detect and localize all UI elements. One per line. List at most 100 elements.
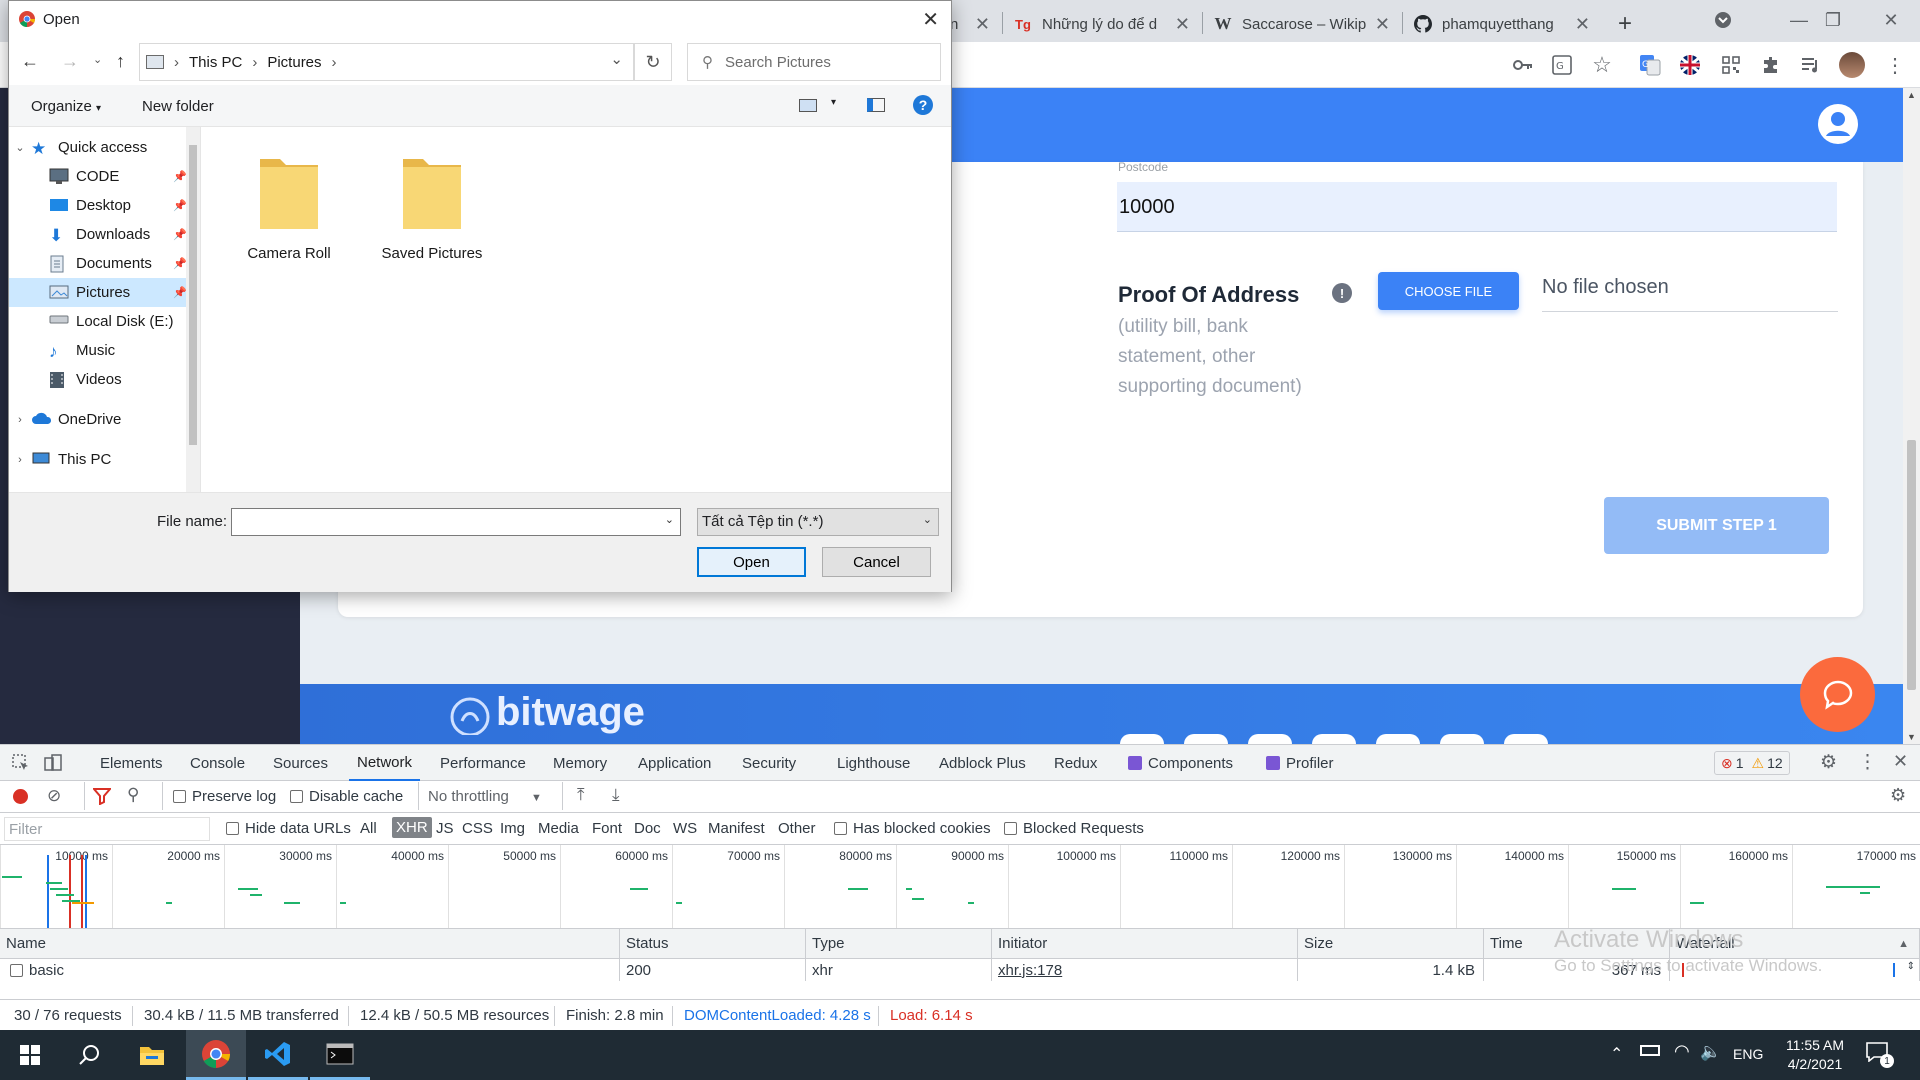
type-other[interactable]: Other [778, 820, 816, 837]
forward-arrow-icon[interactable]: → [61, 51, 79, 72]
extensions-puzzle-icon[interactable] [1758, 52, 1784, 78]
devtools-menu-icon[interactable]: ⋮ [1858, 751, 1877, 774]
google-translate-ext-icon[interactable]: G [1637, 52, 1663, 78]
disable-cache-checkbox[interactable]: Disable cache [290, 788, 403, 805]
terminal-taskbar-icon[interactable] [310, 1030, 370, 1080]
inspect-element-icon[interactable] [12, 754, 30, 772]
record-icon[interactable] [13, 789, 28, 804]
device-toolbar-icon[interactable] [44, 754, 62, 772]
type-xhr[interactable]: XHR [392, 817, 432, 838]
clear-icon[interactable]: ⊘ [47, 786, 61, 806]
tab-console[interactable]: Console [186, 745, 249, 781]
close-icon[interactable]: ✕ [1375, 14, 1390, 35]
tab-lighthouse[interactable]: Lighthouse [833, 745, 914, 781]
scrollbar-thumb[interactable] [1907, 440, 1916, 690]
scroll-icon[interactable]: ⇕ [1907, 961, 1915, 972]
tab-network[interactable]: Network [349, 745, 421, 781]
profile-avatar[interactable] [1839, 52, 1865, 78]
volume-icon[interactable]: 🔈 [1700, 1042, 1721, 1062]
new-folder-button[interactable]: New folder [142, 98, 214, 115]
tab-performance[interactable]: Performance [436, 745, 530, 781]
hide-data-urls-checkbox[interactable]: Hide data URLs [226, 820, 351, 837]
restore-icon[interactable]: ❐ [1810, 0, 1856, 40]
filter-input[interactable]: Filter [4, 817, 210, 841]
cancel-button[interactable]: Cancel [822, 547, 931, 577]
preview-pane-icon[interactable] [867, 98, 885, 112]
import-har-icon[interactable]: ⤒ [577, 785, 585, 805]
uk-flag-icon[interactable] [1677, 52, 1703, 78]
info-icon[interactable]: ! [1332, 283, 1352, 303]
tab-security[interactable]: Security [738, 745, 800, 781]
social-icon[interactable] [1504, 734, 1548, 744]
type-font[interactable]: Font [592, 820, 622, 837]
user-account-icon[interactable] [1818, 104, 1858, 144]
view-options-icon[interactable] [799, 99, 817, 112]
qr-code-icon[interactable] [1718, 52, 1744, 78]
tab-search-icon[interactable] [1700, 0, 1746, 40]
file-explorer-taskbar-icon[interactable] [122, 1030, 182, 1080]
has-blocked-cookies-checkbox[interactable]: Has blocked cookies [834, 820, 991, 837]
chevron-down-icon[interactable]: ⌄ [923, 513, 932, 526]
submit-step-button[interactable]: SUBMIT STEP 1 [1604, 497, 1829, 554]
social-icon[interactable] [1376, 734, 1420, 744]
nav-item-downloads[interactable]: ⬇ Downloads 📌 [9, 220, 191, 249]
type-img[interactable]: Img [500, 820, 525, 837]
close-icon[interactable]: ✕ [975, 14, 990, 35]
folder-saved-pictures[interactable]: Saved Pictures [367, 149, 497, 262]
choose-file-button[interactable]: CHOOSE FILE [1378, 272, 1519, 310]
breadcrumb-pictures[interactable]: Pictures [267, 54, 321, 71]
chat-bubble-button[interactable] [1800, 657, 1875, 732]
wifi-icon[interactable]: ◠ [1674, 1041, 1690, 1062]
recent-locations-icon[interactable]: ⌄ [93, 53, 102, 66]
organize-menu[interactable]: Organize ▾ [31, 98, 101, 115]
start-button[interactable] [0, 1030, 60, 1080]
social-icon[interactable] [1440, 734, 1484, 744]
close-window-icon[interactable]: ✕ [1868, 0, 1914, 40]
browser-tab[interactable]: Tg Những lý do để d ✕ [1004, 6, 1200, 42]
cell-initiator-link[interactable]: xhr.js:178 [992, 959, 1298, 981]
up-arrow-icon[interactable]: ↑ [116, 51, 125, 72]
social-icon[interactable] [1248, 734, 1292, 744]
scrollbar-thumb[interactable] [189, 145, 197, 445]
browser-tab[interactable]: W Saccarose – Wikip ✕ [1204, 6, 1400, 42]
export-har-icon[interactable]: ⤓ [612, 785, 620, 805]
throttling-select[interactable]: No throttling ▼ [428, 788, 542, 805]
file-name-input[interactable]: ⌄ [231, 508, 681, 536]
type-ws[interactable]: WS [673, 820, 697, 837]
search-taskbar-icon[interactable] [60, 1030, 120, 1080]
back-arrow-icon[interactable]: ← [21, 51, 39, 72]
language-indicator[interactable]: ENG [1733, 1046, 1763, 1062]
network-settings-icon[interactable]: ⚙ [1890, 785, 1906, 806]
type-all[interactable]: All [360, 820, 377, 837]
address-breadcrumb[interactable]: › This PC › Pictures › ⌄ [139, 43, 634, 81]
chevron-down-icon[interactable]: ⌄ [610, 50, 623, 68]
nav-item-music[interactable]: ♪ Music [9, 336, 191, 365]
column-size[interactable]: Size [1298, 929, 1484, 959]
browser-tab[interactable]: phamquyetthang ✕ [1404, 6, 1600, 42]
tab-components[interactable]: Components [1124, 745, 1237, 781]
tab-application[interactable]: Application [634, 745, 715, 781]
issues-counter[interactable]: ⊗ 1 ⚠ 12 [1714, 751, 1790, 775]
tab-adblock-plus[interactable]: Adblock Plus [935, 745, 1030, 781]
show-hidden-icons-icon[interactable]: ⌃ [1610, 1044, 1623, 1064]
chrome-taskbar-icon[interactable] [186, 1030, 246, 1080]
page-scrollbar[interactable]: ▲ ▼ [1903, 88, 1920, 744]
nav-item-quick-access[interactable]: ⌄ ★ Quick access [9, 133, 191, 162]
type-doc[interactable]: Doc [634, 820, 661, 837]
table-row[interactable]: basic [0, 959, 620, 981]
nav-item-videos[interactable]: Videos [9, 365, 191, 394]
scroll-down-icon[interactable]: ▼ [1907, 732, 1916, 742]
bookmark-star-icon[interactable]: ☆ [1589, 52, 1615, 78]
type-js[interactable]: JS [436, 820, 454, 837]
chevron-down-icon[interactable]: ⌄ [665, 513, 674, 526]
column-name[interactable]: Name [0, 929, 620, 959]
search-box[interactable]: ⚲ Search Pictures [687, 43, 941, 81]
vscode-taskbar-icon[interactable] [248, 1030, 308, 1080]
breadcrumb-this-pc[interactable]: This PC [189, 54, 242, 71]
preserve-log-checkbox[interactable]: Preserve log [173, 788, 276, 805]
social-icon[interactable] [1312, 734, 1356, 744]
tab-sources[interactable]: Sources [269, 745, 332, 781]
open-button[interactable]: Open [697, 547, 806, 577]
settings-gear-icon[interactable]: ⚙ [1820, 751, 1837, 774]
nav-item-this-pc[interactable]: › This PC [9, 445, 191, 474]
